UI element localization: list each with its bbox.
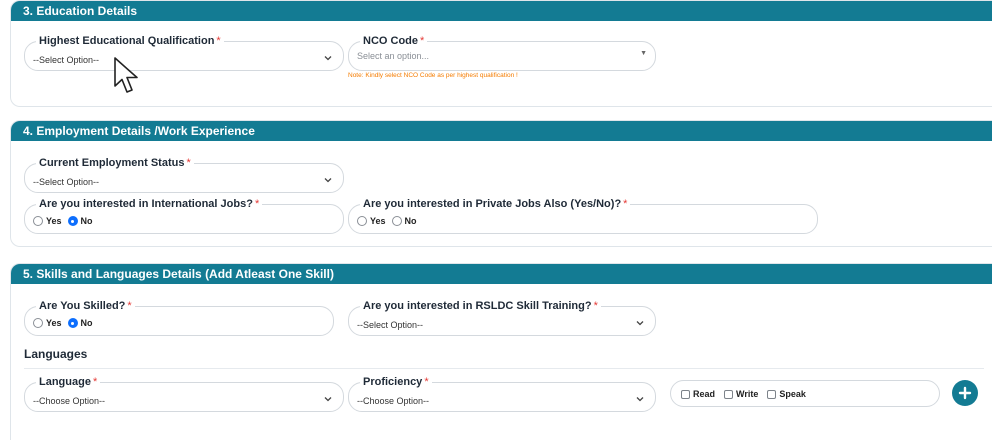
skills-section-header: 5. Skills and Languages Details (Add Atl… [11,264,992,284]
private-jobs-field: Are you interested in Private Jobs Also … [348,197,818,234]
employment-section: 4. Employment Details /Work Experience C… [10,120,992,247]
read-checkbox[interactable] [681,389,690,399]
employment-status-value: --Select Option-- [33,177,100,187]
international-yes-radio[interactable] [33,216,43,226]
skilled-no-radio[interactable] [67,318,78,328]
international-jobs-field: Are you interested in International Jobs… [24,197,344,234]
plus-icon [958,386,972,400]
caret-down-icon: ▼ [640,50,647,57]
chevron-down-icon [636,397,644,402]
speak-checkbox[interactable] [767,389,777,399]
education-section: 3. Education Details Highest Educational… [10,0,992,107]
mouse-pointer-icon [114,57,138,93]
employment-status-select[interactable]: Current Employment Status * --Select Opti… [24,156,344,193]
skilled-yes-radio[interactable] [33,318,43,328]
rsldc-training-value: --Select Option-- [357,320,424,330]
qualification-label: Highest Educational Qualification * [36,34,224,48]
education-section-header: 3. Education Details [11,1,992,21]
rsldc-training-select[interactable]: Are you interested in RSLDC Skill Traini… [348,299,656,336]
languages-heading: Languages [24,347,88,361]
private-yes-radio[interactable] [357,216,367,226]
language-value: --Choose Option-- [33,396,106,406]
qualification-value: --Select Option-- [33,55,100,65]
skills-section: 5. Skills and Languages Details (Add Atl… [10,263,992,440]
proficiency-value: --Choose Option-- [357,396,430,406]
language-select[interactable]: Language * --Choose Option-- [24,375,344,412]
skilled-label: Are You Skilled? * [36,299,135,313]
chevron-down-icon [636,321,644,326]
international-jobs-label: Are you interested in International Jobs… [36,197,263,211]
languages-divider [24,368,984,369]
skilled-field: Are You Skilled? * Yes No [24,299,334,336]
nco-code-label: NCO Code * [360,34,428,48]
international-yes-label: Yes [46,216,62,226]
international-no-label: No [80,216,93,226]
private-no-radio[interactable] [391,216,402,226]
chevron-down-icon [324,56,332,61]
read-label: Read [693,389,716,399]
language-abilities-field: Read Write Speak [670,380,940,407]
skilled-yes-label: Yes [46,318,62,328]
proficiency-select[interactable]: Proficiency * --Choose Option-- [348,375,656,412]
international-jobs-options: Yes No [33,216,99,226]
employment-status-label: Current Employment Status * [36,156,194,170]
qualification-select[interactable]: Highest Educational Qualification * --Sel… [24,34,344,71]
rsldc-training-label: Are you interested in RSLDC Skill Traini… [360,299,601,313]
private-jobs-label: Are you interested in Private Jobs Also … [360,197,631,211]
language-label: Language * [36,375,101,389]
nco-code-note: Note: Kindly select NCO Code as per high… [348,72,518,79]
add-language-button[interactable] [952,380,978,406]
nco-code-select[interactable]: NCO Code * Select an option... ▼ [348,34,656,71]
write-checkbox[interactable] [724,389,734,399]
proficiency-label: Proficiency * [360,375,432,389]
chevron-down-icon [324,178,332,183]
private-yes-label: Yes [370,216,386,226]
write-label: Write [736,389,759,399]
private-jobs-options: Yes No [357,216,423,226]
private-no-label: No [404,216,417,226]
nco-code-placeholder: Select an option... [357,51,430,61]
employment-section-header: 4. Employment Details /Work Experience [11,121,992,141]
skilled-no-label: No [80,318,93,328]
international-no-radio[interactable] [67,216,78,226]
skilled-options: Yes No [33,318,99,328]
speak-label: Speak [779,389,806,399]
language-abilities: Read Write Speak [681,389,815,399]
chevron-down-icon [324,397,332,402]
